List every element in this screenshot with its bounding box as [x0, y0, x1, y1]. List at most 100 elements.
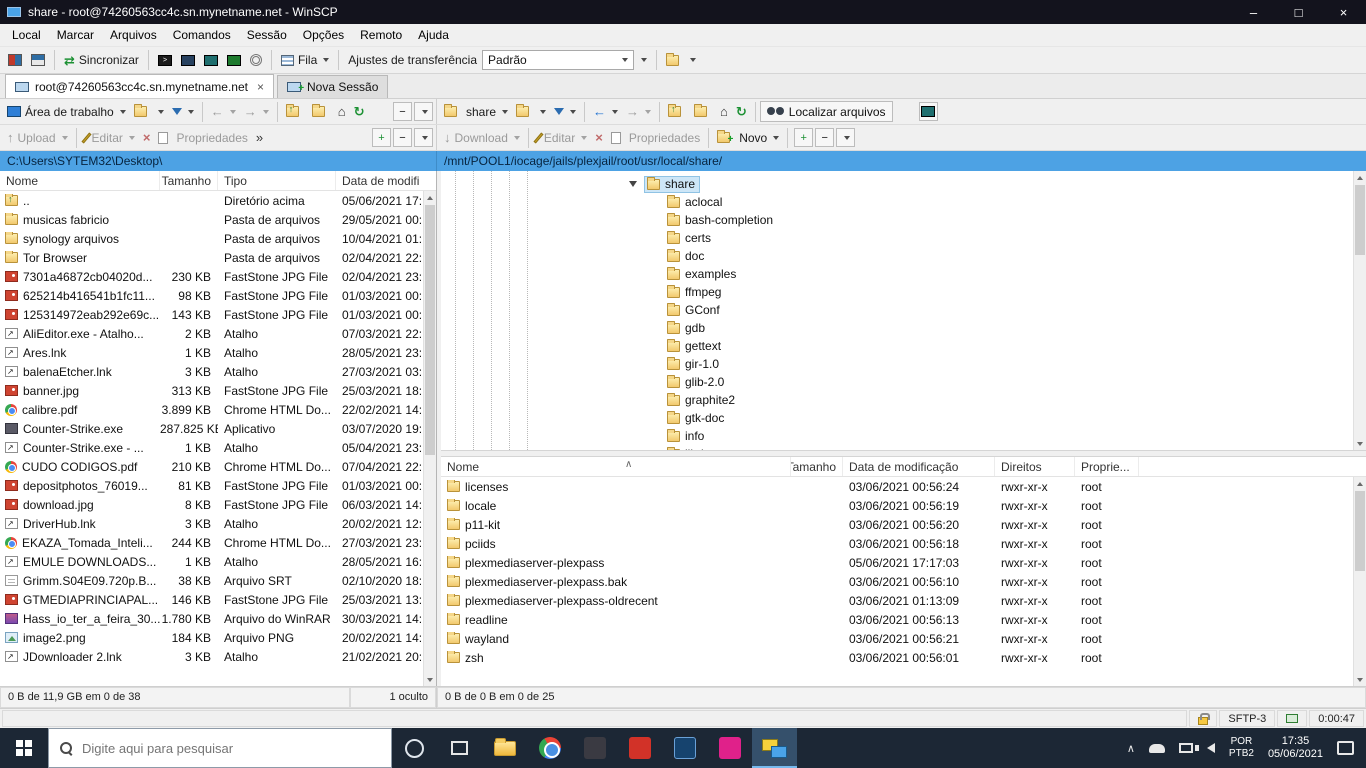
menu-item[interactable]: Arquivos	[102, 25, 165, 45]
column-header-size[interactable]: Tamanho	[160, 171, 218, 190]
left-overflow-button[interactable]: »	[252, 126, 267, 150]
find-files-button[interactable]: Localizar arquivos	[759, 101, 893, 122]
scroll-down-button[interactable]	[1354, 673, 1366, 686]
tree-node[interactable]: doc	[441, 247, 1353, 265]
file-row[interactable]: Hass_io_ter_a_feira_30... 1.780 KB Arqui…	[0, 609, 423, 628]
tree-scrollbar[interactable]	[1353, 171, 1366, 450]
winscp-taskbar-button[interactable]	[752, 728, 797, 768]
tab-close-icon[interactable]: ×	[257, 80, 264, 94]
file-row[interactable]: 625214b416541b1fc11... 98 KB FastStone J…	[0, 286, 423, 305]
right-filter-button[interactable]	[550, 100, 580, 124]
left-edit-button[interactable]: Editar	[81, 126, 139, 150]
splitter-collapse-icon[interactable]: ∧	[625, 460, 632, 470]
session-tab[interactable]: root@74260563cc4c.sn.mynetname.net ×	[5, 74, 274, 98]
column-header-date[interactable]: Data de modifi	[336, 171, 436, 190]
start-button[interactable]	[0, 728, 48, 768]
remote-list-scrollbar[interactable]	[1353, 477, 1366, 686]
right-home-button[interactable]: ⌂	[716, 100, 732, 124]
menu-item[interactable]: Ajuda	[410, 25, 457, 45]
column-header-name[interactable]: Nome	[441, 457, 791, 476]
maximize-button[interactable]: □	[1276, 0, 1321, 24]
tree-node[interactable]: gettext	[441, 337, 1353, 355]
tree-node[interactable]: bash-completion	[441, 211, 1353, 229]
putty-console-button[interactable]: >	[154, 48, 176, 72]
tray-cloud-button[interactable]	[1142, 728, 1172, 768]
tree-node[interactable]: info	[441, 427, 1353, 445]
menu-item[interactable]: Opções	[295, 25, 352, 45]
encryption-status[interactable]	[1189, 710, 1218, 727]
left-properties-button[interactable]: Propriedades	[172, 126, 251, 150]
file-row[interactable]: Counter-Strike.exe 287.825 KB Aplicativo…	[0, 419, 423, 438]
scroll-up-button[interactable]	[1354, 477, 1366, 490]
file-row[interactable]: JDownloader 2.lnk 3 KB Atalho 21/02/2021…	[0, 647, 423, 666]
left-add-button[interactable]: +	[372, 128, 391, 147]
open-terminal-button[interactable]	[177, 48, 199, 72]
right-forward-button[interactable]: →	[622, 100, 655, 124]
right-drive-selector[interactable]: share	[440, 100, 512, 124]
right-duplicate-button[interactable]	[607, 126, 625, 150]
right-back-button[interactable]: ←	[589, 100, 622, 124]
tree-node[interactable]: graphite2	[441, 391, 1353, 409]
file-row[interactable]: Tor Browser Pasta de arquivos 02/04/2021…	[0, 248, 423, 267]
right-edit-button[interactable]: Editar	[533, 126, 591, 150]
column-header-rights[interactable]: Direitos	[995, 457, 1075, 476]
left-open-directory-button[interactable]	[130, 100, 168, 124]
tree-node[interactable]: gir-1.0	[441, 355, 1353, 373]
media-app-button[interactable]	[572, 728, 617, 768]
scroll-up-button[interactable]	[1354, 171, 1366, 184]
tree-node[interactable]: gtk-doc	[441, 409, 1353, 427]
file-row[interactable]: balenaEtcher.lnk 3 KB Atalho 27/03/2021 …	[0, 362, 423, 381]
file-row[interactable]: 7301a46872cb04020d... 230 KB FastStone J…	[0, 267, 423, 286]
file-row[interactable]: plexmediaserver-plexpass 05/06/2021 17:1…	[441, 553, 1353, 572]
minimize-button[interactable]: –	[1231, 0, 1276, 24]
custom-commands-button[interactable]	[662, 48, 700, 72]
tree-node-share[interactable]: share	[441, 175, 1353, 193]
left-nav-dropdown-button[interactable]	[414, 102, 433, 121]
preferences-button[interactable]	[246, 48, 266, 72]
file-explorer-button[interactable]	[482, 728, 527, 768]
photos-app-button[interactable]	[662, 728, 707, 768]
file-row[interactable]: EKAZA_Tomada_Inteli... 244 KB Chrome HTM…	[0, 533, 423, 552]
right-delete-button[interactable]: ×	[591, 126, 607, 150]
file-row[interactable]: locale 03/06/2021 00:56:19 rwxr-xr-x roo…	[441, 496, 1353, 515]
left-collapse-button[interactable]: −	[393, 102, 412, 121]
tree-node[interactable]: ffmpeg	[441, 283, 1353, 301]
scrollbar-thumb[interactable]	[1355, 185, 1365, 255]
right-open-directory-button[interactable]	[512, 100, 550, 124]
local-list-scrollbar[interactable]	[423, 191, 436, 686]
menu-item[interactable]: Local	[4, 25, 49, 45]
queue-button[interactable]: Fila	[277, 48, 333, 72]
cortana-button[interactable]	[392, 728, 437, 768]
left-delete-button[interactable]: ×	[139, 126, 155, 150]
file-row[interactable]: musicas fabricio Pasta de arquivos 29/05…	[0, 210, 423, 229]
file-row[interactable]: depositphotos_76019... 81 KB FastStone J…	[0, 476, 423, 495]
right-root-directory-button[interactable]	[690, 100, 716, 124]
tree-node[interactable]: aclocal	[441, 193, 1353, 211]
left-parent-directory-button[interactable]: ↑	[282, 100, 308, 124]
file-row[interactable]: plexmediaserver-plexpass-oldrecent 03/06…	[441, 591, 1353, 610]
file-row[interactable]: plexmediaserver-plexpass.bak 03/06/2021 …	[441, 572, 1353, 591]
open-shell-button[interactable]	[200, 48, 222, 72]
scroll-down-button[interactable]	[1354, 437, 1366, 450]
left-back-button[interactable]: ←	[207, 100, 240, 124]
file-row[interactable]: .. Diretório acima 05/06/2021 17:	[0, 191, 423, 210]
tree-node[interactable]: certs	[441, 229, 1353, 247]
column-header-size[interactable]: Tamanho	[791, 457, 843, 476]
file-row[interactable]: CUDO CODIGOS.pdf 210 KB Chrome HTML Do..…	[0, 457, 423, 476]
download-button[interactable]: ↓ Download	[440, 126, 524, 150]
taskbar-search[interactable]	[48, 728, 392, 768]
upload-button[interactable]: ↑ Upload	[3, 126, 72, 150]
new-button[interactable]: + Novo	[713, 126, 783, 150]
clock-indicator[interactable]: 17:35 05/06/2021	[1261, 728, 1330, 768]
action-center-button[interactable]	[1330, 728, 1361, 768]
column-header-type[interactable]: Tipo	[218, 171, 336, 190]
synchronize-browsing-button[interactable]	[918, 102, 938, 121]
close-button[interactable]: ×	[1321, 0, 1366, 24]
column-header-date[interactable]: Data de modificação	[843, 457, 995, 476]
file-row[interactable]: Ares.lnk 1 KB Atalho 28/05/2021 23:	[0, 343, 423, 362]
right-filter-dropdown-button[interactable]	[836, 128, 856, 147]
tray-overflow-chevron[interactable]: ∧	[1120, 728, 1142, 768]
new-session-tab[interactable]: + Nova Sessão	[277, 75, 389, 98]
left-duplicate-button[interactable]	[154, 126, 172, 150]
left-home-button[interactable]: ⌂	[334, 100, 350, 124]
